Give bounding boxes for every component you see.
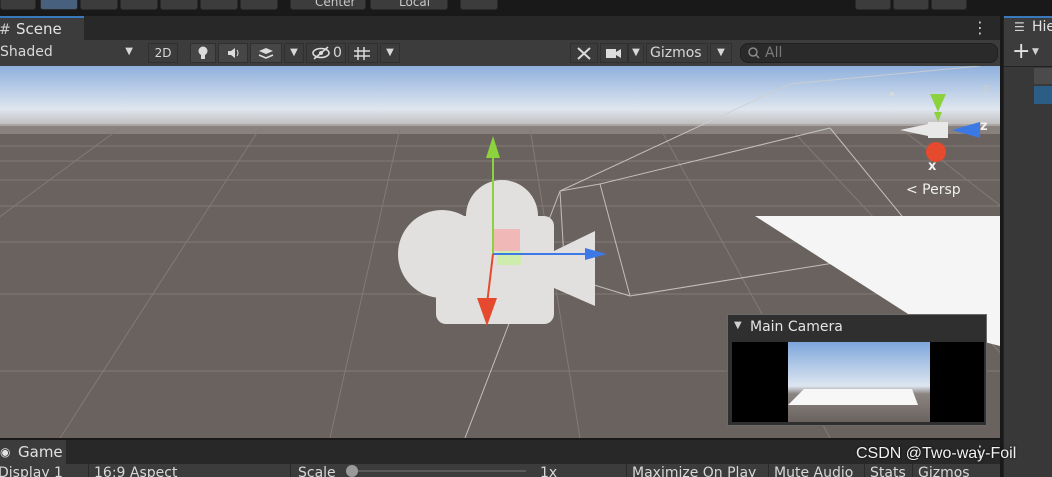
maximize-on-play-toggle[interactable]: Maximize On Play (632, 466, 756, 477)
scene-viewport[interactable]: z x < Persp ▼ Main Camera (0, 66, 1000, 438)
scale-slider-thumb[interactable] (346, 465, 358, 477)
chevron-down-icon: ▼ (125, 46, 133, 57)
display-dropdown[interactable]: Display 1 (0, 466, 63, 477)
search-placeholder: All (765, 45, 783, 61)
custom-tool-button[interactable] (240, 0, 278, 10)
rect-tool-button[interactable] (160, 0, 198, 10)
gizmos-dropdown[interactable]: ▼ (710, 43, 732, 63)
hierarchy-panel: ☰ Hie + ▼ (1003, 16, 1052, 477)
scale-label: Scale (298, 465, 336, 477)
watermark-text: CSDN @Two-way-Foil (856, 445, 1017, 462)
play-button[interactable] (855, 0, 891, 10)
lightbulb-icon (198, 46, 208, 59)
more-options-icon[interactable]: ⋮ (972, 18, 988, 37)
orientation-gizmo[interactable]: z x < Persp (890, 84, 990, 204)
scene-tab-label: Scene (16, 20, 62, 38)
center-label: Center (315, 0, 356, 9)
transform-tool-button[interactable] (200, 0, 238, 10)
search-icon (748, 47, 760, 59)
camera-preview-title: Main Camera (750, 319, 843, 335)
add-icon[interactable]: + (1012, 39, 1030, 64)
tools-toggle[interactable] (570, 43, 598, 63)
hierarchy-selected-row[interactable] (1034, 86, 1052, 104)
move-tool-button[interactable] (40, 0, 78, 10)
game-gizmos-toggle[interactable]: Gizmos (918, 466, 970, 477)
game-toolbar: Display 1 16:9 Aspect Scale 1x Maximize … (0, 464, 1000, 477)
pause-button[interactable] (893, 0, 929, 10)
scene-search-input[interactable]: All (740, 43, 998, 63)
camera-settings-toggle[interactable] (600, 43, 628, 63)
camera-dropdown[interactable]: ▼ (628, 43, 644, 63)
scale-slider[interactable] (346, 465, 526, 477)
2d-label: 2D (154, 46, 172, 60)
stats-toggle[interactable]: Stats (870, 466, 906, 477)
projection-toggle[interactable]: < Persp (906, 182, 961, 198)
tab-game[interactable]: ◉ Game (0, 440, 66, 464)
step-button[interactable] (931, 0, 967, 10)
scene-toolbar: Shaded ▼ 2D ▼ 0 ▼ ▼ Gizmos ▼ All (0, 40, 1000, 67)
gamepad-icon: ◉ (0, 445, 11, 459)
2d-toggle-button[interactable]: 2D (148, 43, 178, 63)
game-tab-label: Game (18, 443, 63, 461)
hierarchy-scene-row[interactable] (1034, 68, 1052, 84)
snap-button[interactable] (460, 0, 498, 10)
scale-value: 1x (540, 465, 558, 477)
hierarchy-toolbar: + ▼ (1004, 39, 1052, 67)
list-icon: ☰ (1014, 20, 1025, 34)
grid-icon: # (0, 22, 11, 38)
pivot-center-toggle[interactable]: Center (290, 0, 366, 10)
grid-snapping-toggle[interactable] (348, 43, 378, 63)
speaker-icon (228, 48, 239, 58)
tools-icon (577, 47, 591, 60)
axis-x-label: x (928, 159, 937, 174)
scene-visibility-toggle[interactable]: 0 (306, 43, 346, 63)
aspect-dropdown[interactable]: 16:9 Aspect (94, 466, 177, 477)
collapse-arrow-icon[interactable]: ▼ (734, 320, 742, 331)
effects-dropdown[interactable]: ▼ (284, 43, 304, 63)
effects-layers-icon (258, 48, 274, 59)
scale-tool-button[interactable] (120, 0, 158, 10)
hidden-count: 0 (333, 45, 342, 61)
hierarchy-tab[interactable]: ☰ Hie (1004, 16, 1052, 40)
camera-icon (606, 49, 621, 58)
hand-tool-button[interactable] (0, 0, 36, 10)
scene-tab-bar: # Scene ⋮ (0, 16, 1000, 40)
axis-z-label: z (980, 119, 988, 134)
camera-preview-panel: ▼ Main Camera (727, 314, 987, 426)
mute-audio-toggle[interactable]: Mute Audio (774, 466, 853, 477)
eye-hidden-icon (312, 46, 330, 60)
game-tab-bar: ◉ Game ⋮ (0, 440, 1000, 464)
lighting-toggle[interactable] (190, 43, 216, 63)
shading-mode-label: Shaded (0, 44, 53, 60)
gizmos-button[interactable]: Gizmos (646, 43, 708, 63)
effects-toggle[interactable] (250, 43, 282, 63)
gizmos-label: Gizmos (650, 45, 702, 61)
local-label: Local (399, 0, 431, 9)
orientation-axes (890, 85, 989, 162)
shading-mode-dropdown[interactable]: Shaded ▼ (0, 43, 139, 63)
tab-scene[interactable]: # Scene (0, 16, 84, 40)
add-dropdown-icon[interactable]: ▼ (1032, 47, 1039, 57)
grid-dropdown[interactable]: ▼ (380, 43, 400, 63)
audio-toggle[interactable] (218, 43, 248, 63)
camera-preview-render (732, 342, 984, 422)
pivot-local-toggle[interactable]: Local (370, 0, 448, 10)
grid-snap-icon (354, 47, 370, 60)
rotate-tool-button[interactable] (80, 0, 118, 10)
hierarchy-tab-label: Hie (1032, 19, 1052, 35)
main-toolbar: Center Local (0, 0, 1052, 12)
